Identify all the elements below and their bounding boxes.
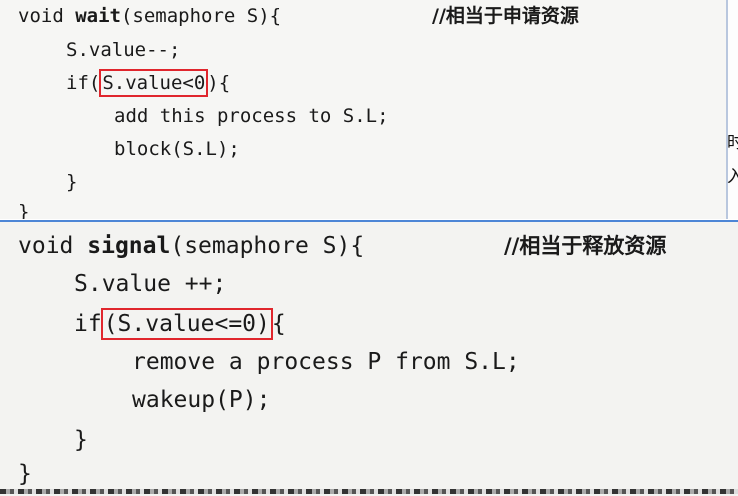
signal-params: (semaphore S){ — [170, 233, 365, 259]
wait-outer-close-brace: } — [18, 201, 30, 219]
signal-increment-line: S.value ++; — [74, 271, 227, 297]
scan-edge-strip — [0, 489, 738, 494]
wait-comment: //相当于申请资源 — [432, 5, 579, 27]
signal-function-name: signal — [87, 233, 171, 259]
signal-condition-highlight: (S.value<=0) — [100, 308, 273, 340]
signal-comment: //相当于释放资源 — [504, 234, 667, 258]
signal-void-keyword: void — [18, 233, 88, 259]
wait-params: (semaphore S){ — [120, 5, 282, 27]
signal-outer-close-brace: } — [18, 461, 32, 487]
signal-if-keyword: if — [74, 311, 102, 337]
wait-if-keyword: if( — [66, 72, 101, 94]
signal-if-line: if(S.value<=0){ — [74, 308, 286, 340]
signal-code-block: void signal(semaphore S){ //相当于释放资源 S.va… — [0, 220, 738, 496]
wait-if-line: if(S.value<0){ — [66, 69, 231, 97]
side-fragment-char-1: 时 — [727, 133, 738, 153]
signal-signature-line: void signal(semaphore S){ — [18, 232, 364, 260]
wait-if-brace: ){ — [207, 72, 231, 94]
wait-void-keyword: void — [18, 5, 76, 27]
signal-remove-statement: remove a process P from S.L; — [132, 349, 520, 375]
wait-condition-highlight: S.value<0 — [99, 69, 209, 97]
wait-inner-close-brace: } — [66, 171, 78, 193]
signal-inner-close-brace: } — [74, 427, 88, 453]
signal-if-brace: { — [271, 311, 286, 337]
side-fragment-char-2: 入 — [727, 167, 738, 187]
wait-code-block: void wait(semaphore S){ //相当于申请资源 S.valu… — [0, 0, 728, 219]
wait-block-statement: block(S.L); — [114, 138, 240, 160]
wait-signature-line: void wait(semaphore S){ — [18, 4, 281, 28]
signal-wakeup-statement: wakeup(P); — [132, 387, 271, 413]
wait-decrement-line: S.value--; — [66, 39, 181, 61]
wait-add-statement: add this process to S.L; — [114, 105, 389, 127]
wait-function-name: wait — [75, 5, 121, 27]
